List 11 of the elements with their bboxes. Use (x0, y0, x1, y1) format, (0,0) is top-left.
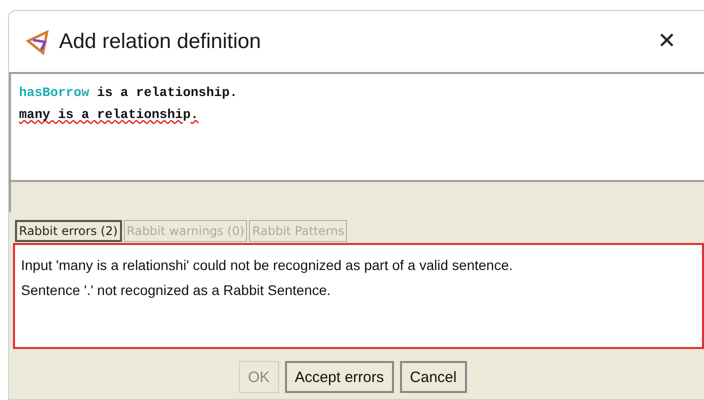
text-editor[interactable]: hasBorrow is a relationship. many is a relationship. (11, 74, 704, 182)
error-message: Sentence '.' not recognized as a Rabbit Sentence. (21, 281, 332, 300)
code-line: hasBorrow is a relationship. (19, 84, 238, 102)
close-button[interactable]: ✕ (654, 29, 680, 54)
window-title: Add relation definition (59, 30, 261, 54)
dialog-button[interactable]: Cancel (400, 361, 467, 393)
error-message: Input 'many is a relationshi' could not be recognized as part of a valid sentence. (21, 256, 514, 275)
code-line: many is a relationship. (19, 106, 200, 124)
triangle-logo-icon (25, 28, 51, 56)
dialog-button[interactable]: Accept errors (284, 361, 394, 393)
tab[interactable]: Rabbit errors (2) (15, 220, 122, 242)
